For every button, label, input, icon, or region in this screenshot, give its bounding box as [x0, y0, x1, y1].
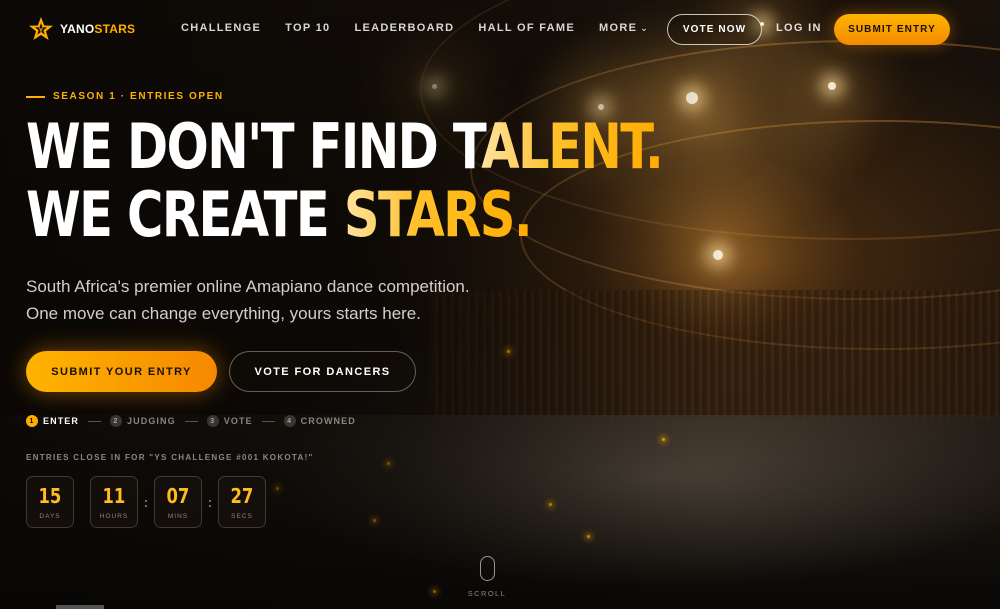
step-crowned: 4 CROWNED [283, 415, 356, 427]
brand-logo[interactable]: Y YANOSTARS [28, 16, 135, 42]
countdown-timer: 15 DAYS 11 HOURS : 07 MINS : 27 SECS [26, 476, 266, 528]
top-nav: Y YANOSTARS CHALLENGE TOP 10 LEADERBOARD… [0, 0, 1000, 58]
step-judging: 2 JUDGING [110, 415, 176, 427]
countdown-value: 07 [166, 484, 190, 508]
countdown-days: 15 DAYS [26, 476, 74, 528]
scroll-progress-bar [56, 605, 104, 609]
hero-headline: WE DON'T FIND TALENT. WE CREATE STARS. [26, 110, 664, 251]
step-number: 3 [206, 415, 219, 427]
primary-nav: CHALLENGE TOP 10 LEADERBOARD HALL OF FAM… [181, 22, 649, 34]
season-eyebrow: SEASON 1 · ENTRIES OPEN [26, 91, 224, 102]
step-number: 1 [26, 415, 38, 427]
hero-subtitle: South Africa's premier online Amapiano d… [26, 273, 470, 327]
step-label: CROWNED [300, 416, 356, 426]
step-label: ENTER [43, 416, 80, 426]
step-enter: 1 ENTER [26, 415, 79, 427]
headline-line1-gold: ALENT. [481, 110, 664, 183]
countdown-unit: MINS [167, 513, 189, 520]
nav-link-more[interactable]: MORE ⌄ [599, 22, 649, 34]
countdown-value: 15 [38, 484, 62, 508]
nav-link-more-label: MORE [599, 22, 638, 34]
countdown-hours: 11 HOURS [90, 476, 138, 528]
countdown-separator: : [143, 494, 149, 510]
countdown-value: 27 [230, 484, 254, 508]
step-label: JUDGING [127, 416, 176, 426]
subtitle-line-1: South Africa's premier online Amapiano d… [26, 277, 470, 296]
brand-name: YANOSTARS [60, 22, 136, 36]
countdown-unit: DAYS [39, 513, 61, 520]
nav-link-hall-of-fame[interactable]: HALL OF FAME [478, 22, 575, 34]
step-divider [261, 420, 275, 422]
step-divider [88, 420, 102, 422]
svg-text:Y: Y [39, 28, 44, 35]
step-vote: 3 VOTE [206, 415, 253, 427]
star-icon: Y [29, 17, 53, 40]
login-link[interactable]: LOG IN [776, 22, 822, 34]
submit-entry-button[interactable]: SUBMIT ENTRY [834, 14, 950, 45]
countdown-label: ENTRIES CLOSE IN FOR "YS CHALLENGE #001 … [26, 453, 314, 462]
step-number: 2 [110, 415, 123, 427]
step-divider [184, 420, 198, 422]
eyebrow-text: SEASON 1 · ENTRIES OPEN [53, 91, 224, 102]
vote-now-button[interactable]: VOTE NOW [667, 14, 762, 45]
countdown-separator: : [207, 494, 213, 510]
mouse-icon [479, 556, 495, 581]
chevron-down-icon: ⌄ [640, 23, 650, 33]
subtitle-line-2: One move can change everything, yours st… [26, 304, 421, 323]
nav-link-challenge[interactable]: CHALLENGE [181, 22, 261, 34]
headline-line1-white: WE DON'T FIND T [26, 110, 483, 183]
scroll-indicator[interactable]: SCROLL [467, 556, 507, 598]
step-number: 4 [283, 415, 296, 427]
submit-your-entry-button[interactable]: SUBMIT YOUR ENTRY [26, 351, 217, 392]
countdown-mins: 07 MINS [154, 476, 202, 528]
countdown-value: 11 [102, 484, 126, 508]
competition-steps: 1 ENTER 2 JUDGING 3 VOTE 4 CROWNED [26, 415, 356, 427]
headline-line2-white: WE CREATE [26, 178, 344, 251]
countdown-unit: HOURS [99, 513, 129, 520]
nav-link-top-10[interactable]: TOP 10 [285, 22, 330, 34]
countdown-secs: 27 SECS [218, 476, 266, 528]
nav-link-leaderboard[interactable]: LEADERBOARD [354, 22, 454, 34]
scroll-label: SCROLL [467, 589, 507, 598]
step-label: VOTE [223, 416, 253, 426]
headline-line2-gold: STARS. [343, 178, 533, 251]
vote-for-dancers-button[interactable]: VOTE FOR DANCERS [229, 351, 416, 392]
eyebrow-line [26, 95, 45, 98]
countdown-unit: SECS [231, 513, 253, 520]
